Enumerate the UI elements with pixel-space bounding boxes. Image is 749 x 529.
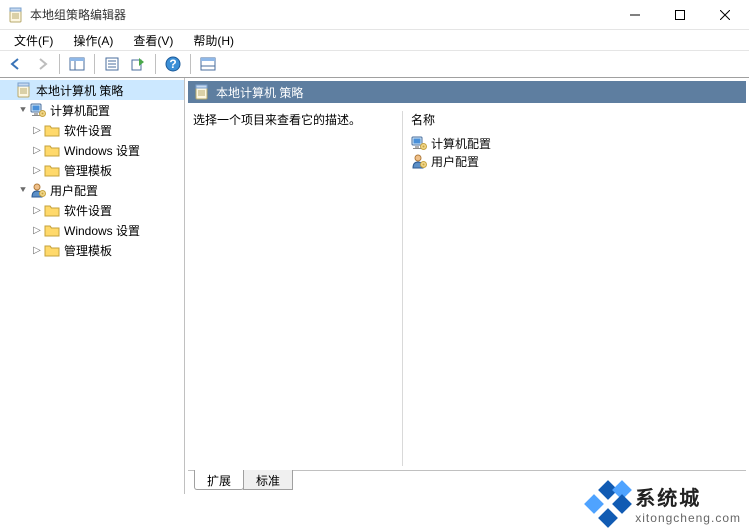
detail-pane: 本地计算机 策略 选择一个项目来查看它的描述。 名称 计算机配置 用户配置 扩展…: [185, 78, 749, 494]
computer-icon: [30, 102, 46, 118]
expander-icon[interactable]: ▷: [30, 223, 44, 237]
expander-icon[interactable]: ▷: [30, 163, 44, 177]
tree-software-settings[interactable]: ▷ 软件设置: [28, 120, 184, 140]
toolbar: [0, 50, 749, 78]
tree-windows-settings[interactable]: ▷ Windows 设置: [28, 220, 184, 240]
watermark: 系统城 xitongcheng.com: [579, 478, 749, 529]
list-item-label: 计算机配置: [431, 135, 491, 152]
menu-view[interactable]: 查看(V): [123, 30, 183, 51]
app-icon: [8, 7, 24, 23]
folder-icon: [44, 202, 60, 218]
user-icon: [411, 153, 427, 169]
folder-icon: [44, 122, 60, 138]
watermark-name: 系统城: [635, 482, 741, 511]
tree-label: 软件设置: [64, 122, 112, 139]
menu-action[interactable]: 操作(A): [63, 30, 123, 51]
toolbar-separator: [59, 54, 60, 74]
list-item-computer-config[interactable]: 计算机配置: [411, 134, 741, 152]
list-column: 名称 计算机配置 用户配置: [403, 111, 741, 466]
list-item-label: 用户配置: [431, 153, 479, 170]
watermark-logo-icon: [587, 483, 629, 525]
expander-icon[interactable]: ▷: [30, 243, 44, 257]
expander-icon[interactable]: ▷: [30, 143, 44, 157]
close-button[interactable]: [702, 0, 747, 30]
description-text: 选择一个项目来查看它的描述。: [193, 113, 361, 127]
forward-button[interactable]: [30, 53, 54, 75]
title-bar: 本地组策略编辑器: [0, 0, 749, 30]
detail-header: 本地计算机 策略: [188, 81, 746, 103]
tree-admin-templates[interactable]: ▷ 管理模板: [28, 160, 184, 180]
toolbar-separator: [94, 54, 95, 74]
help-button[interactable]: [161, 53, 185, 75]
expander-icon[interactable]: ⯆: [16, 183, 30, 197]
menu-bar: 文件(F) 操作(A) 查看(V) 帮助(H): [0, 30, 749, 50]
folder-icon: [44, 142, 60, 158]
tree-label: 管理模板: [64, 162, 112, 179]
tree-label: 管理模板: [64, 242, 112, 259]
export-button[interactable]: [126, 53, 150, 75]
folder-icon: [44, 242, 60, 258]
tree-pane[interactable]: ▶ 本地计算机 策略 ⯆ 计算机配置 ▷ 软件设置 ▷ Windows 设置: [0, 78, 185, 494]
column-header-name[interactable]: 名称: [411, 111, 741, 128]
expander-icon[interactable]: ▷: [30, 123, 44, 137]
tab-extended[interactable]: 扩展: [194, 470, 244, 490]
tree-label: 用户配置: [50, 182, 98, 199]
computer-icon: [411, 135, 427, 151]
tree-root-label: 本地计算机 策略: [36, 82, 123, 99]
tree-label: Windows 设置: [64, 222, 140, 239]
list-item-user-config[interactable]: 用户配置: [411, 152, 741, 170]
description-column: 选择一个项目来查看它的描述。: [193, 111, 403, 466]
tab-standard[interactable]: 标准: [243, 470, 293, 490]
watermark-url: xitongcheng.com: [635, 511, 741, 525]
tree-root[interactable]: ▶ 本地计算机 策略: [0, 80, 184, 100]
detail-view-button[interactable]: [196, 53, 220, 75]
tree-computer-config[interactable]: ⯆ 计算机配置: [14, 100, 184, 120]
menu-file[interactable]: 文件(F): [4, 30, 63, 51]
user-icon: [30, 182, 46, 198]
expander-icon[interactable]: ▷: [30, 203, 44, 217]
expander-icon[interactable]: ⯆: [16, 103, 30, 117]
tree-windows-settings[interactable]: ▷ Windows 设置: [28, 140, 184, 160]
toolbar-separator: [190, 54, 191, 74]
policy-icon: [194, 84, 210, 100]
window-title: 本地组策略编辑器: [30, 6, 612, 23]
tree-software-settings[interactable]: ▷ 软件设置: [28, 200, 184, 220]
tree-user-config[interactable]: ⯆ 用户配置: [14, 180, 184, 200]
properties-button[interactable]: [100, 53, 124, 75]
menu-help[interactable]: 帮助(H): [183, 30, 244, 51]
detail-header-title: 本地计算机 策略: [216, 84, 303, 101]
tree-label: Windows 设置: [64, 142, 140, 159]
folder-icon: [44, 222, 60, 238]
minimize-button[interactable]: [612, 0, 657, 30]
tree-admin-templates[interactable]: ▷ 管理模板: [28, 240, 184, 260]
show-tree-button[interactable]: [65, 53, 89, 75]
back-button[interactable]: [4, 53, 28, 75]
toolbar-separator: [155, 54, 156, 74]
policy-icon: [16, 82, 32, 98]
folder-icon: [44, 162, 60, 178]
tree-label: 计算机配置: [50, 102, 110, 119]
tree-label: 软件设置: [64, 202, 112, 219]
content-area: ▶ 本地计算机 策略 ⯆ 计算机配置 ▷ 软件设置 ▷ Windows 设置: [0, 78, 749, 494]
maximize-button[interactable]: [657, 0, 702, 30]
